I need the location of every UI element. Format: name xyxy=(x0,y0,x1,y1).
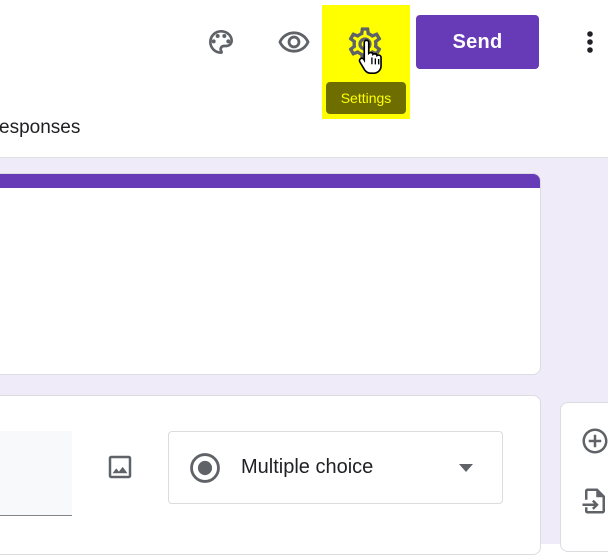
hand-cursor-icon xyxy=(358,39,382,74)
form-header-card[interactable] xyxy=(0,173,541,375)
more-vert-icon[interactable] xyxy=(578,22,602,62)
chevron-down-icon xyxy=(459,464,473,472)
settings-tooltip: Settings xyxy=(326,82,406,114)
question-type-label: Multiple choice xyxy=(241,456,374,478)
radio-button-icon xyxy=(190,453,220,483)
send-button[interactable]: Send xyxy=(416,15,539,69)
eye-icon[interactable] xyxy=(272,22,316,62)
import-icon[interactable] xyxy=(578,484,608,518)
image-icon[interactable] xyxy=(101,448,139,486)
question-title-field[interactable] xyxy=(0,431,72,516)
palette-icon[interactable] xyxy=(199,22,243,62)
header-accent-bar xyxy=(0,174,540,188)
tab-responses[interactable]: esponses xyxy=(0,117,80,139)
add-circle-icon[interactable] xyxy=(578,424,608,458)
